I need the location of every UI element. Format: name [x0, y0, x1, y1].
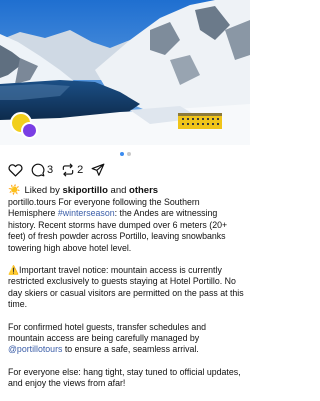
caption-text: to ensure a safe, seamless arrival. — [62, 344, 199, 355]
carousel-dot-active — [119, 152, 124, 156]
liked-by-user[interactable]: skiportillo — [62, 185, 107, 196]
carousel-indicator — [0, 150, 250, 156]
repost-icon — [62, 163, 74, 177]
hashtag-link[interactable]: #winterseason — [58, 208, 115, 218]
liked-by-row[interactable]: ☀️ Liked by skiportillo and others — [8, 185, 158, 196]
post-image[interactable] — [0, 0, 250, 145]
share-button[interactable] — [91, 163, 105, 177]
liked-by-conj: and — [110, 185, 127, 196]
caption-text: For confirmed hotel guests, transfer sch… — [8, 321, 207, 344]
repost-button[interactable]: 2 — [61, 163, 83, 177]
caption-paragraph: portillo.tours For everyone following th… — [8, 197, 244, 254]
collaborator-avatars[interactable] — [10, 112, 40, 142]
collab-avatar[interactable] — [21, 122, 38, 139]
action-bar: 3 2 — [8, 162, 113, 178]
mention-link[interactable]: @portillotours — [8, 344, 62, 354]
sun-icon: ☀️ — [8, 185, 21, 196]
like-button[interactable] — [8, 163, 23, 177]
comment-button[interactable]: 3 — [31, 163, 53, 177]
repost-count: 2 — [77, 164, 84, 176]
comment-count: 3 — [47, 164, 54, 176]
caption-paragraph: For confirmed hotel guests, transfer sch… — [8, 322, 244, 356]
caption-username[interactable]: portillo.tours — [8, 197, 56, 207]
post-caption: portillo.tours For everyone following th… — [8, 197, 244, 401]
carousel-dot — [126, 152, 131, 156]
heart-icon — [8, 164, 23, 177]
send-icon — [91, 163, 105, 176]
liked-by-others[interactable]: others — [129, 185, 158, 196]
caption-paragraph: ⚠️Important travel notice: mountain acce… — [8, 265, 244, 310]
caption-paragraph: For everyone else: hang tight, stay tune… — [8, 366, 241, 389]
liked-by-prefix: Liked by — [24, 185, 60, 196]
comment-icon — [31, 163, 45, 177]
